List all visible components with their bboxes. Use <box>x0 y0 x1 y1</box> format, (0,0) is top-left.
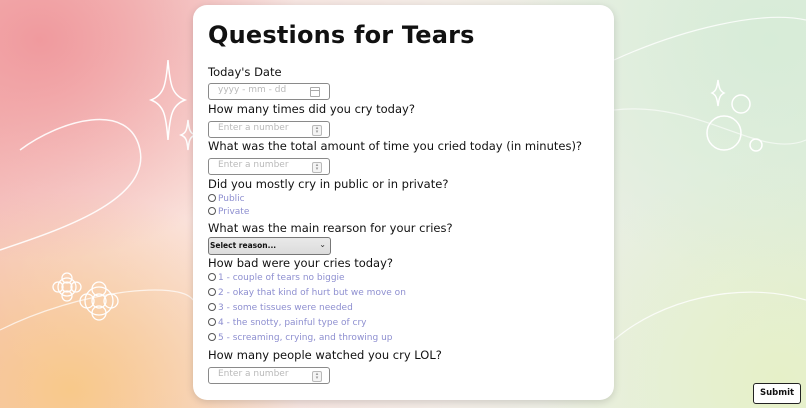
severity-4-label: 4 - the snotty, painful type of cry <box>218 318 367 328</box>
radio-icon[interactable] <box>208 194 216 202</box>
radio-severity-4[interactable]: 4 - the snotty, painful type of cry <box>208 318 366 328</box>
reason-select[interactable]: Select reason... ⌄ <box>208 237 331 255</box>
radio-icon[interactable] <box>208 288 216 296</box>
location-label: Did you mostly cry in public or in priva… <box>208 177 449 191</box>
form-card: Questions for Tears Today's Date yyyy - … <box>193 5 614 400</box>
severity-label: How bad were your cries today? <box>208 256 394 270</box>
reason-label: What was the main rearson for your cries… <box>208 221 453 235</box>
radio-severity-2[interactable]: 2 - okay that kind of hurt but we move o… <box>208 288 406 298</box>
duration-placeholder: Enter a number <box>218 160 289 170</box>
radio-icon[interactable] <box>208 207 216 215</box>
radio-private-label: Private <box>218 207 250 217</box>
severity-2-label: 2 - okay that kind of hurt but we move o… <box>218 288 406 298</box>
radio-private[interactable]: Private <box>208 207 249 217</box>
radio-public-label: Public <box>218 194 245 204</box>
watchers-label: How many people watched you cry LOL? <box>208 348 442 362</box>
chevron-down-icon: ⌄ <box>319 240 326 249</box>
watchers-placeholder: Enter a number <box>218 369 289 379</box>
duration-label: What was the total amount of time you cr… <box>208 139 583 153</box>
times-placeholder: Enter a number <box>218 123 289 133</box>
severity-5-label: 5 - screaming, crying, and throwing up <box>218 333 393 343</box>
spinner-icon[interactable]: ▴ ▾ <box>312 125 322 136</box>
watchers-input[interactable]: Enter a number ▴ ▾ <box>208 367 330 384</box>
spinner-icon[interactable]: ▴ ▾ <box>312 162 322 173</box>
radio-severity-5[interactable]: 5 - screaming, crying, and throwing up <box>208 333 393 343</box>
severity-3-label: 3 - some tissues were needed <box>218 303 353 313</box>
submit-button[interactable]: Submit <box>753 383 801 404</box>
date-input[interactable]: yyyy - mm - dd <box>208 83 330 100</box>
page-title: Questions for Tears <box>208 21 475 49</box>
date-placeholder: yyyy - mm - dd <box>218 85 287 95</box>
times-input[interactable]: Enter a number ▴ ▾ <box>208 121 330 138</box>
reason-selected: Select reason... <box>210 241 277 250</box>
times-label: How many times did you cry today? <box>208 102 415 116</box>
radio-icon[interactable] <box>208 318 216 326</box>
calendar-icon[interactable] <box>310 87 320 97</box>
duration-input[interactable]: Enter a number ▴ ▾ <box>208 158 330 175</box>
date-label: Today's Date <box>208 65 282 79</box>
spinner-icon[interactable]: ▴ ▾ <box>312 371 322 382</box>
radio-icon[interactable] <box>208 273 216 281</box>
flower-icon <box>52 272 119 321</box>
radio-icon[interactable] <box>208 303 216 311</box>
radio-icon[interactable] <box>208 333 216 341</box>
circle-deco <box>706 94 763 152</box>
radio-public[interactable]: Public <box>208 194 245 204</box>
radio-severity-1[interactable]: 1 - couple of tears no biggie <box>208 273 345 283</box>
radio-severity-3[interactable]: 3 - some tissues were needed <box>208 303 353 313</box>
severity-1-label: 1 - couple of tears no biggie <box>218 273 345 283</box>
